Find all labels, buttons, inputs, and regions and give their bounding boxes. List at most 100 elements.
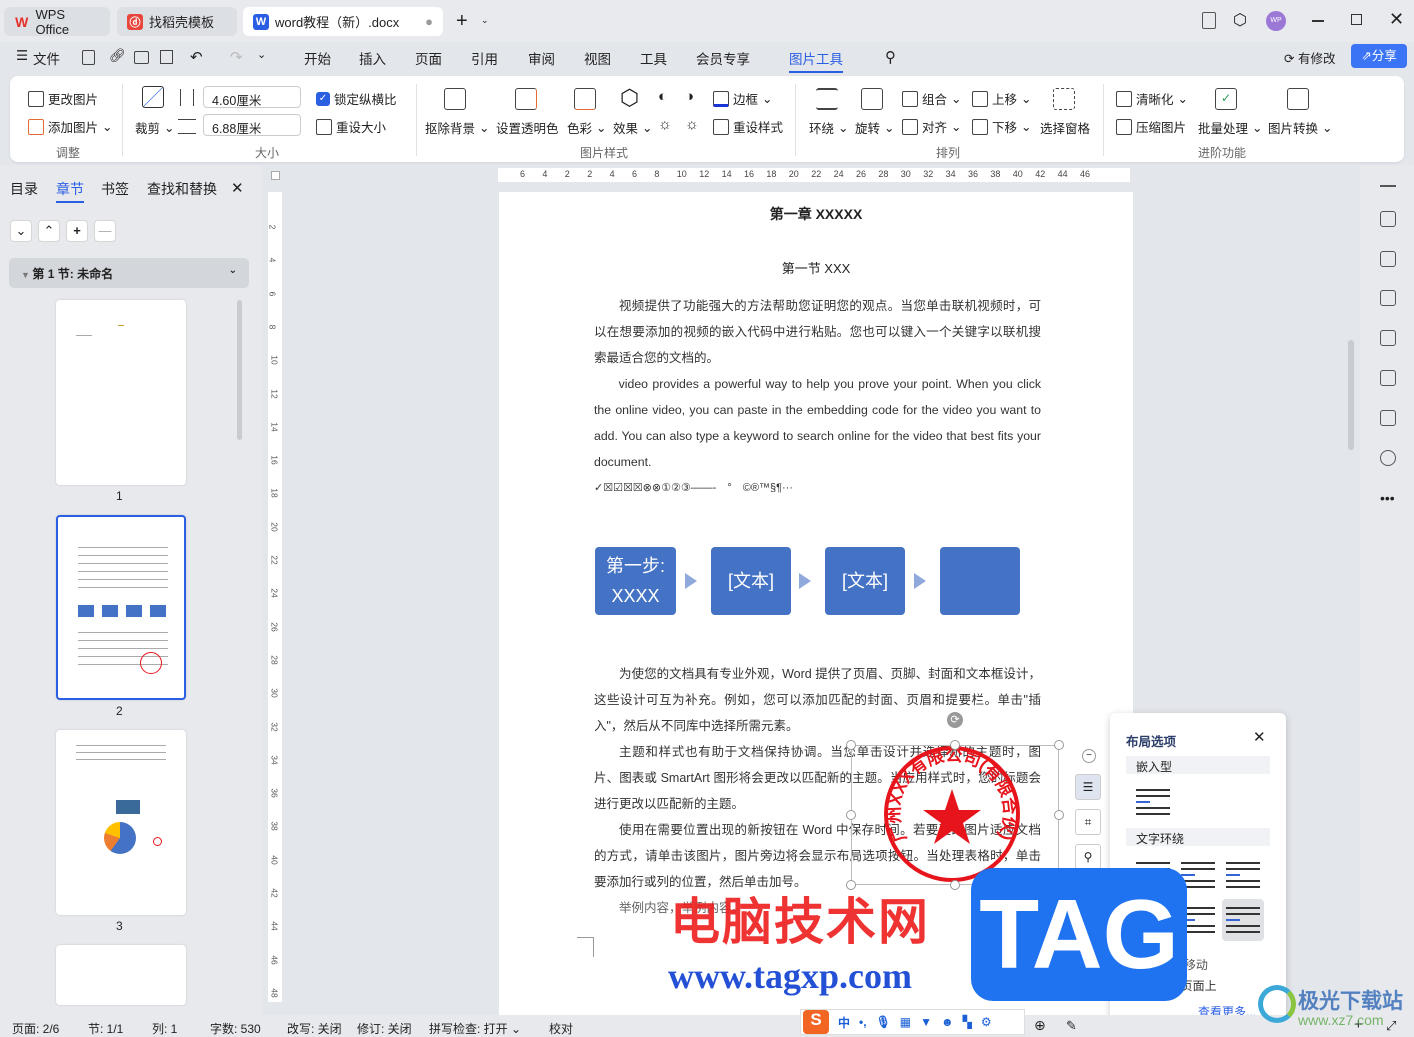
- contrast-down-icon[interactable]: ☼: [685, 116, 699, 133]
- resize-handle[interactable]: [1054, 880, 1064, 890]
- color-button[interactable]: 色彩 ⌄: [567, 118, 607, 137]
- tab-bookmarks[interactable]: 书签: [101, 179, 129, 199]
- ai-image-icon[interactable]: [1380, 330, 1396, 346]
- resize-handle[interactable]: [846, 810, 856, 820]
- menu-review[interactable]: 审阅: [528, 48, 555, 68]
- punctuation-icon[interactable]: •,: [859, 1015, 867, 1029]
- flow-step-1[interactable]: 第一步: XXXX: [595, 547, 676, 615]
- contrast-up-icon[interactable]: ◑: [685, 88, 694, 105]
- wrap-square-option[interactable]: [1136, 858, 1170, 900]
- menu-reference[interactable]: 引用: [471, 48, 498, 68]
- combine-button[interactable]: 组合 ⌄: [902, 89, 962, 108]
- cube-icon[interactable]: ⬡: [1233, 10, 1247, 30]
- print-icon[interactable]: [134, 51, 149, 64]
- tools-icon[interactable]: [1380, 370, 1396, 386]
- panel-scrollbar[interactable]: [237, 300, 242, 440]
- remove-background-button[interactable]: 抠除背景 ⌄: [425, 118, 490, 137]
- brightness-down-icon[interactable]: ☼: [658, 116, 672, 133]
- resize-handle[interactable]: [1054, 810, 1064, 820]
- document-scrollbar[interactable]: [1348, 340, 1354, 450]
- status-page[interactable]: 页面: 2/6: [12, 1020, 59, 1037]
- reset-style-button[interactable]: 重设样式: [713, 117, 783, 136]
- add-section-icon[interactable]: +: [66, 220, 88, 242]
- status-proofread[interactable]: 校对: [549, 1020, 573, 1037]
- inline-layout-option[interactable]: [1136, 785, 1170, 827]
- skin-icon[interactable]: ▼: [920, 1015, 932, 1029]
- rotate-handle-icon[interactable]: ⟳: [947, 712, 963, 728]
- change-picture-button[interactable]: 更改图片: [28, 89, 98, 108]
- wrap-button[interactable]: 环绕 ⌄: [809, 118, 849, 137]
- collapse-toolbar-icon[interactable]: −: [1082, 749, 1096, 763]
- wrap-tight-option[interactable]: [1181, 858, 1215, 900]
- mobile-icon[interactable]: [1202, 12, 1216, 29]
- save-icon[interactable]: [82, 50, 95, 65]
- convert-button[interactable]: 图片转换 ⌄: [1268, 118, 1333, 137]
- wrap-through-option[interactable]: [1226, 858, 1260, 900]
- page-thumbnail-4[interactable]: [56, 945, 186, 1005]
- book-icon[interactable]: [1380, 410, 1396, 426]
- rotate-button[interactable]: 旋转 ⌄: [855, 118, 895, 137]
- chevron-down-icon[interactable]: ⌄: [10, 220, 32, 242]
- more-icon[interactable]: •••: [1380, 490, 1395, 506]
- section-item[interactable]: ▼ 第 1 节: 未命名 ⌄: [9, 258, 249, 288]
- layout-options-icon[interactable]: ☰: [1075, 774, 1101, 800]
- new-tab-plus-icon[interactable]: +: [456, 10, 468, 33]
- more-dropdown-icon[interactable]: ⌄: [257, 48, 266, 61]
- redo-icon[interactable]: ↷: [230, 48, 243, 66]
- close-popup-icon[interactable]: ✕: [1253, 728, 1266, 746]
- pen-icon[interactable]: [1380, 211, 1396, 227]
- menu-member[interactable]: 会员专享: [696, 48, 750, 68]
- resize-handle[interactable]: [846, 880, 856, 890]
- menu-tools[interactable]: 工具: [640, 48, 667, 68]
- move-up-button[interactable]: 上移 ⌄: [972, 89, 1032, 108]
- resize-handle[interactable]: [950, 740, 960, 750]
- settings-icon[interactable]: ⚙: [981, 1015, 992, 1029]
- keyboard-icon[interactable]: ▦: [900, 1015, 911, 1029]
- avatar[interactable]: WP: [1266, 11, 1286, 31]
- resize-handle[interactable]: [950, 880, 960, 890]
- print-preview-icon[interactable]: [160, 50, 173, 64]
- add-picture-button[interactable]: 添加图片 ⌄: [28, 117, 113, 136]
- remove-section-icon[interactable]: —: [94, 220, 116, 242]
- select-pane-button[interactable]: 选择窗格: [1040, 118, 1090, 137]
- select-cursor-icon[interactable]: [1380, 251, 1396, 267]
- undo-icon[interactable]: ↶: [190, 48, 203, 66]
- page-thumbnail-2[interactable]: [56, 515, 186, 700]
- tab-toc[interactable]: 目录: [10, 179, 38, 199]
- close-panel-icon[interactable]: ✕: [231, 179, 244, 197]
- hamburger-icon[interactable]: ☰: [16, 48, 28, 64]
- fix-on-page-radio[interactable]: ○ 固定在页面上: [1134, 977, 1217, 994]
- tab-sections[interactable]: 章节: [56, 179, 84, 203]
- crop-button[interactable]: 裁剪 ⌄: [135, 118, 175, 137]
- resize-handle[interactable]: [846, 740, 856, 750]
- tab-dropdown-icon[interactable]: ⌄: [481, 15, 489, 26]
- mic-icon[interactable]: 🎙︎: [876, 1015, 891, 1029]
- help-icon[interactable]: [1380, 450, 1396, 466]
- zoom-in-icon[interactable]: +: [1354, 1016, 1363, 1033]
- footer-hint[interactable]: 双击编辑页脚: [1002, 968, 1078, 990]
- batch-button[interactable]: 批量处理 ⌄: [1198, 118, 1263, 137]
- border-button[interactable]: 边框 ⌄: [713, 89, 773, 108]
- move-down-button[interactable]: 下移 ⌄: [972, 117, 1032, 136]
- wrap-behind-text-option[interactable]: [1181, 903, 1215, 945]
- compress-button[interactable]: 压缩图片: [1116, 117, 1186, 136]
- flow-step-4[interactable]: [940, 547, 1020, 615]
- status-word-count[interactable]: 字数: 530: [210, 1020, 261, 1037]
- set-transparent-button[interactable]: 设置透明色: [496, 118, 559, 137]
- wrap-top-bottom-option[interactable]: [1136, 903, 1170, 945]
- zoom-image-icon[interactable]: ⚲: [1075, 844, 1101, 870]
- apps-icon[interactable]: ▚: [963, 1015, 972, 1029]
- search-icon[interactable]: ⚲: [885, 48, 896, 66]
- align-button[interactable]: 对齐 ⌄: [902, 117, 962, 136]
- effect-button[interactable]: 效果 ⌄: [613, 118, 653, 137]
- status-overwrite[interactable]: 改写: 关闭: [287, 1020, 342, 1037]
- menu-view[interactable]: 视图: [584, 48, 611, 68]
- menu-insert[interactable]: 插入: [359, 48, 386, 68]
- close-window-button[interactable]: ✕: [1389, 9, 1404, 30]
- crop-icon[interactable]: [142, 86, 164, 108]
- document-page[interactable]: 第一章 XXXXX 第一节 XXX 视频提供了功能强大的方法帮助您证明您的观点。…: [499, 192, 1133, 1015]
- emoji-icon[interactable]: ☻: [941, 1015, 954, 1029]
- maximize-button[interactable]: [1351, 14, 1362, 25]
- fullscreen-icon[interactable]: ⤢: [1386, 1018, 1396, 1034]
- flow-step-3[interactable]: [文本]: [825, 547, 905, 615]
